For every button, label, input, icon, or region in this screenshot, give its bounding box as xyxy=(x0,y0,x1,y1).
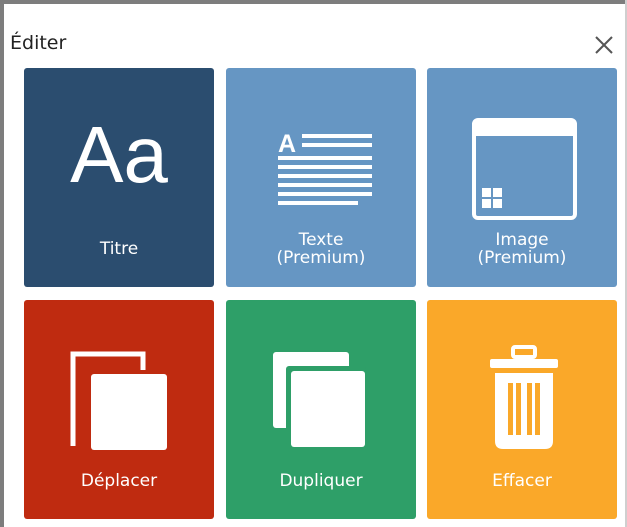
tile-image-button[interactable]: Image (Premium) xyxy=(427,68,617,287)
tile-texte-label-group: Texte (Premium) xyxy=(226,231,416,267)
edit-dialog: Éditer Aa Titre A Texte (Premium) Image … xyxy=(4,4,625,527)
tile-image-sublabel: (Premium) xyxy=(477,248,567,268)
tile-titre-button[interactable]: Aa Titre xyxy=(24,68,214,287)
tile-image-label-group: Image (Premium) xyxy=(427,231,617,267)
tile-effacer-button[interactable]: Effacer xyxy=(427,300,617,519)
tile-image-label: Image xyxy=(495,230,549,250)
tile-deplacer-label: Déplacer xyxy=(80,471,158,491)
dialog-title: Éditer xyxy=(10,32,67,54)
trash-icon xyxy=(490,345,558,449)
font-aa-icon: Aa xyxy=(70,110,168,199)
tile-dupliquer-button[interactable]: Dupliquer xyxy=(226,300,416,519)
image-window-icon xyxy=(472,118,577,220)
close-icon xyxy=(595,36,613,54)
move-icon xyxy=(70,351,167,450)
svg-text:A: A xyxy=(278,130,296,158)
tile-texte-button[interactable]: A Texte (Premium) xyxy=(226,68,416,287)
text-block-icon: A xyxy=(278,130,372,205)
tile-texte-label: Texte xyxy=(298,230,344,250)
tile-deplacer-button[interactable]: Déplacer xyxy=(24,300,214,519)
tile-effacer-label: Effacer xyxy=(492,471,552,491)
tile-texte-sublabel: (Premium) xyxy=(276,248,366,268)
duplicate-icon xyxy=(273,352,366,447)
tile-dupliquer-label: Dupliquer xyxy=(279,471,363,491)
tile-titre-label: Titre xyxy=(99,239,139,259)
close-button[interactable] xyxy=(589,30,619,60)
